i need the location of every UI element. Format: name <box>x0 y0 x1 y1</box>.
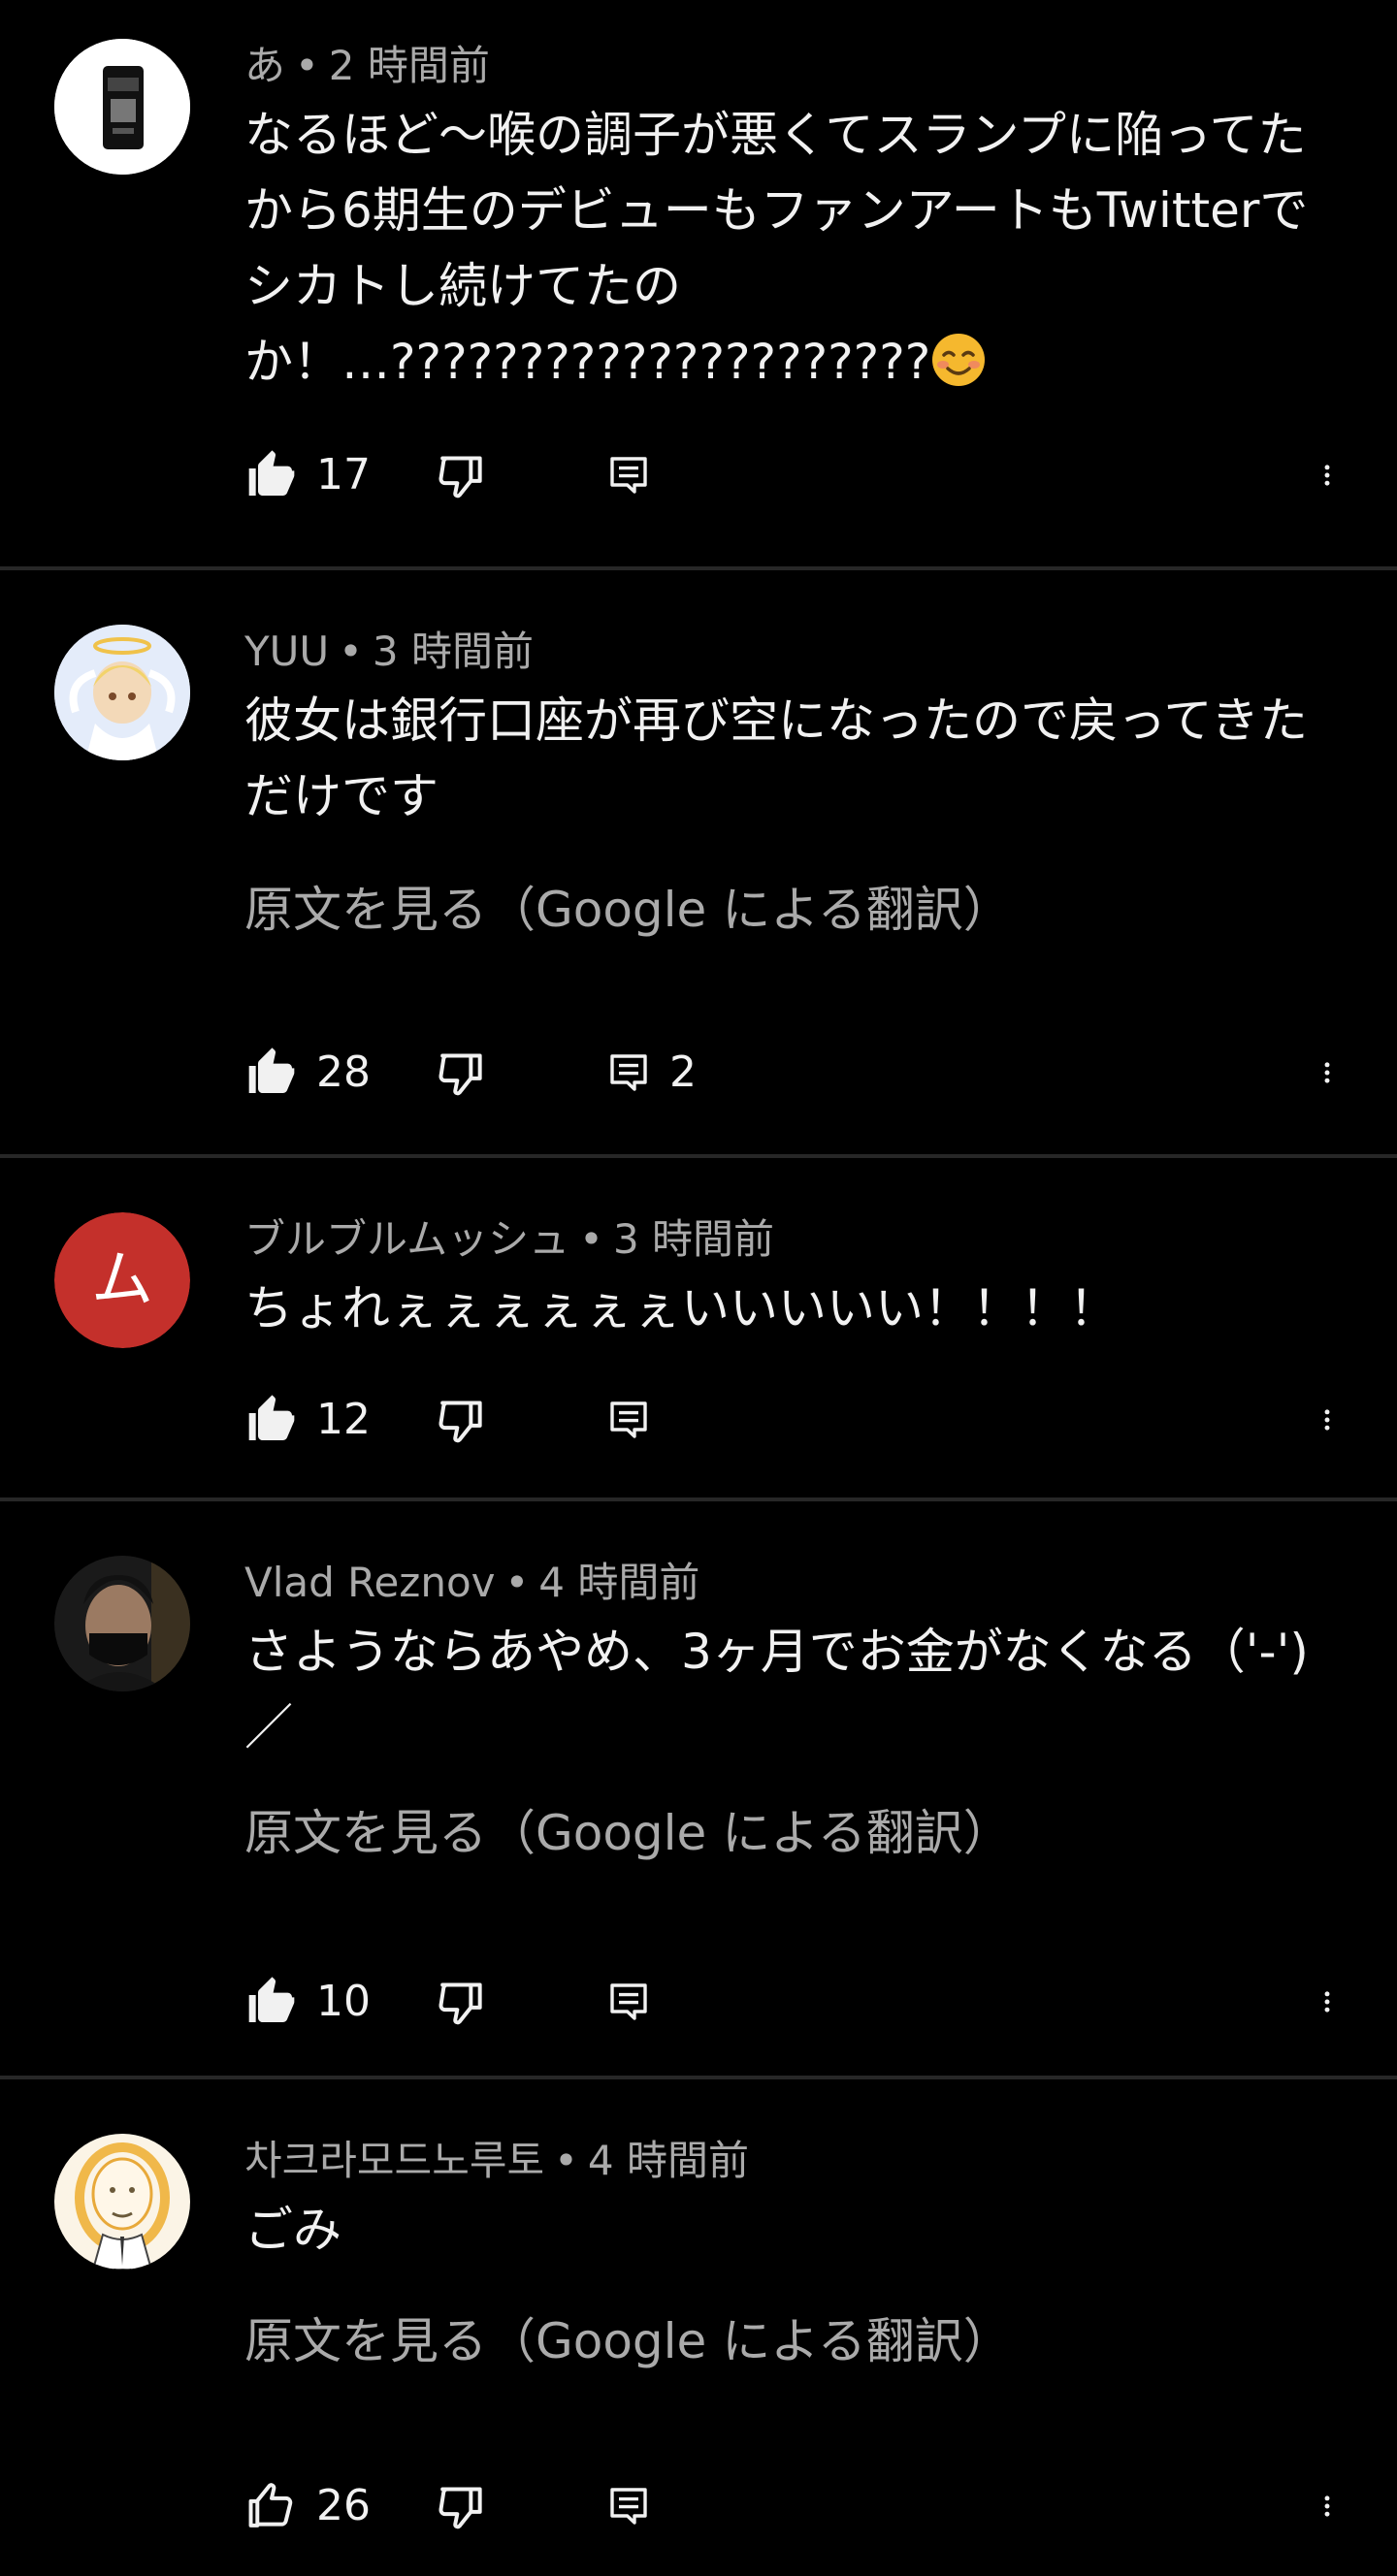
like-button[interactable]: 10 <box>244 1973 371 2031</box>
author-name[interactable]: あ <box>244 42 285 89</box>
more-vertical-icon <box>1323 448 1358 502</box>
author-name[interactable]: YUU <box>244 628 329 675</box>
reply-button[interactable]: 2 <box>605 1044 697 1102</box>
reply-icon <box>605 2483 652 2529</box>
comment-item: 차크라모드노루토 • 4 時間前 ごみ 原文を見る（Google による翻訳） 26 <box>0 2079 1397 2576</box>
comment-item: ム ブルブルムッシュ • 3 時間前 ちょれぇぇぇぇぇぇいいいいい！！！！ 12 <box>0 1158 1397 1497</box>
reply-button[interactable] <box>605 1391 669 1449</box>
avatar-letter: ム <box>91 1244 153 1316</box>
like-count: 10 <box>316 1977 371 2026</box>
like-button[interactable]: 12 <box>244 1391 371 1449</box>
comment-meta: Vlad Reznov • 4 時間前 <box>244 1559 700 1606</box>
comment-meta: あ • 2 時間前 <box>244 42 490 89</box>
like-count: 17 <box>316 450 371 499</box>
comment-actions: 26 <box>244 2477 1360 2535</box>
see-original-link[interactable]: 原文を見る（Google による翻訳） <box>244 1802 1012 1864</box>
comment-actions: 17 <box>244 446 1360 504</box>
like-button[interactable]: 26 <box>244 2477 371 2535</box>
avatar[interactable]: ム <box>54 1212 190 1348</box>
thumbs-down-icon <box>435 1975 489 2029</box>
comment-meta: ブルブルムッシュ • 3 時間前 <box>244 1215 775 1263</box>
like-count: 28 <box>316 1047 371 1097</box>
reply-icon <box>605 1979 652 2025</box>
more-vertical-icon <box>1323 1046 1358 1100</box>
reply-button[interactable] <box>605 1973 669 2031</box>
reply-icon <box>605 1397 652 1443</box>
dislike-button[interactable] <box>435 2477 489 2535</box>
more-vertical-icon <box>1323 1393 1358 1447</box>
comment-text: 彼女は銀行口座が再び空になったので戻ってきただけです <box>244 692 1308 824</box>
reply-count: 2 <box>669 1047 697 1097</box>
see-original-link[interactable]: 原文を見る（Google による翻訳） <box>244 2310 1012 2372</box>
more-vertical-icon <box>1323 2479 1358 2533</box>
more-options-button[interactable] <box>1323 1391 1358 1449</box>
more-vertical-icon <box>1323 1975 1358 2029</box>
dislike-button[interactable] <box>435 1973 489 2031</box>
dislike-button[interactable] <box>435 1044 489 1102</box>
like-button[interactable]: 28 <box>244 1044 371 1102</box>
comment-text: なるほど～喉の調子が悪くてスランプに陥ってたから6期生のデビューもファンアートも… <box>244 97 1350 400</box>
like-count: 12 <box>316 1395 371 1444</box>
comment-time: 3 時間前 <box>612 1215 775 1263</box>
comment-time: 4 時間前 <box>538 1559 700 1606</box>
dislike-button[interactable] <box>435 446 489 504</box>
comment-item: YUU • 3 時間前 彼女は銀行口座が再び空になったので戻ってきただけです 原文を… <box>0 570 1397 1154</box>
comment-text: ちょれぇぇぇぇぇぇいいいいい！！！！ <box>244 1280 1118 1336</box>
smiling-face-icon <box>932 334 986 386</box>
reply-button[interactable] <box>605 2477 669 2535</box>
comment-meta: YUU • 3 時間前 <box>244 628 534 675</box>
comment-text: さようならあやめ、3ヶ月でお金がなくなる（'-')／ <box>244 1624 1309 1755</box>
avatar[interactable] <box>54 2134 190 2270</box>
comment-item: あ • 2 時間前 なるほど～喉の調子が悪くてスランプに陥ってたから6期生のデビュー… <box>0 0 1397 566</box>
comment-text-content: なるほど～喉の調子が悪くてスランプに陥ってたから6期生のデビューもファンアートも… <box>244 107 1309 390</box>
like-count: 26 <box>316 2481 371 2530</box>
thumbs-down-icon <box>435 1046 489 1100</box>
more-options-button[interactable] <box>1323 2477 1358 2535</box>
more-options-button[interactable] <box>1323 1973 1358 2031</box>
more-options-button[interactable] <box>1323 446 1358 504</box>
comment-time: 3 時間前 <box>372 628 534 675</box>
thumbs-up-icon <box>244 1975 299 2029</box>
comment-text: ごみ <box>244 2202 341 2258</box>
comment-time: 4 時間前 <box>587 2137 749 2184</box>
avatar[interactable] <box>54 625 190 760</box>
avatar[interactable] <box>54 1556 190 1691</box>
thumbs-up-icon <box>244 448 299 502</box>
comment-meta: 차크라모드노루토 • 4 時間前 <box>244 2137 749 2184</box>
thumbs-up-icon <box>244 1046 299 1100</box>
thumbs-down-icon <box>435 1393 489 1447</box>
thumbs-down-icon <box>435 2479 489 2533</box>
comment-actions: 12 <box>244 1391 1360 1449</box>
thumbs-up-icon <box>244 2479 299 2533</box>
more-options-button[interactable] <box>1323 1044 1358 1102</box>
comment-actions: 28 2 <box>244 1044 1360 1102</box>
reply-button[interactable] <box>605 446 669 504</box>
see-original-link[interactable]: 原文を見る（Google による翻訳） <box>244 879 1012 941</box>
like-button[interactable]: 17 <box>244 446 371 504</box>
reply-icon <box>605 1049 652 1096</box>
avatar[interactable] <box>54 39 190 175</box>
comment-item: Vlad Reznov • 4 時間前 さようならあやめ、3ヶ月でお金がなくなる（'… <box>0 1501 1397 2076</box>
dislike-button[interactable] <box>435 1391 489 1449</box>
author-name[interactable]: 차크라모드노루토 <box>244 2137 544 2184</box>
thumbs-up-icon <box>244 1393 299 1447</box>
reply-icon <box>605 452 652 499</box>
comment-actions: 10 <box>244 1973 1360 2031</box>
comment-time: 2 時間前 <box>328 42 490 89</box>
author-name[interactable]: Vlad Reznov <box>244 1559 496 1606</box>
thumbs-down-icon <box>435 448 489 502</box>
author-name[interactable]: ブルブルムッシュ <box>244 1215 569 1263</box>
